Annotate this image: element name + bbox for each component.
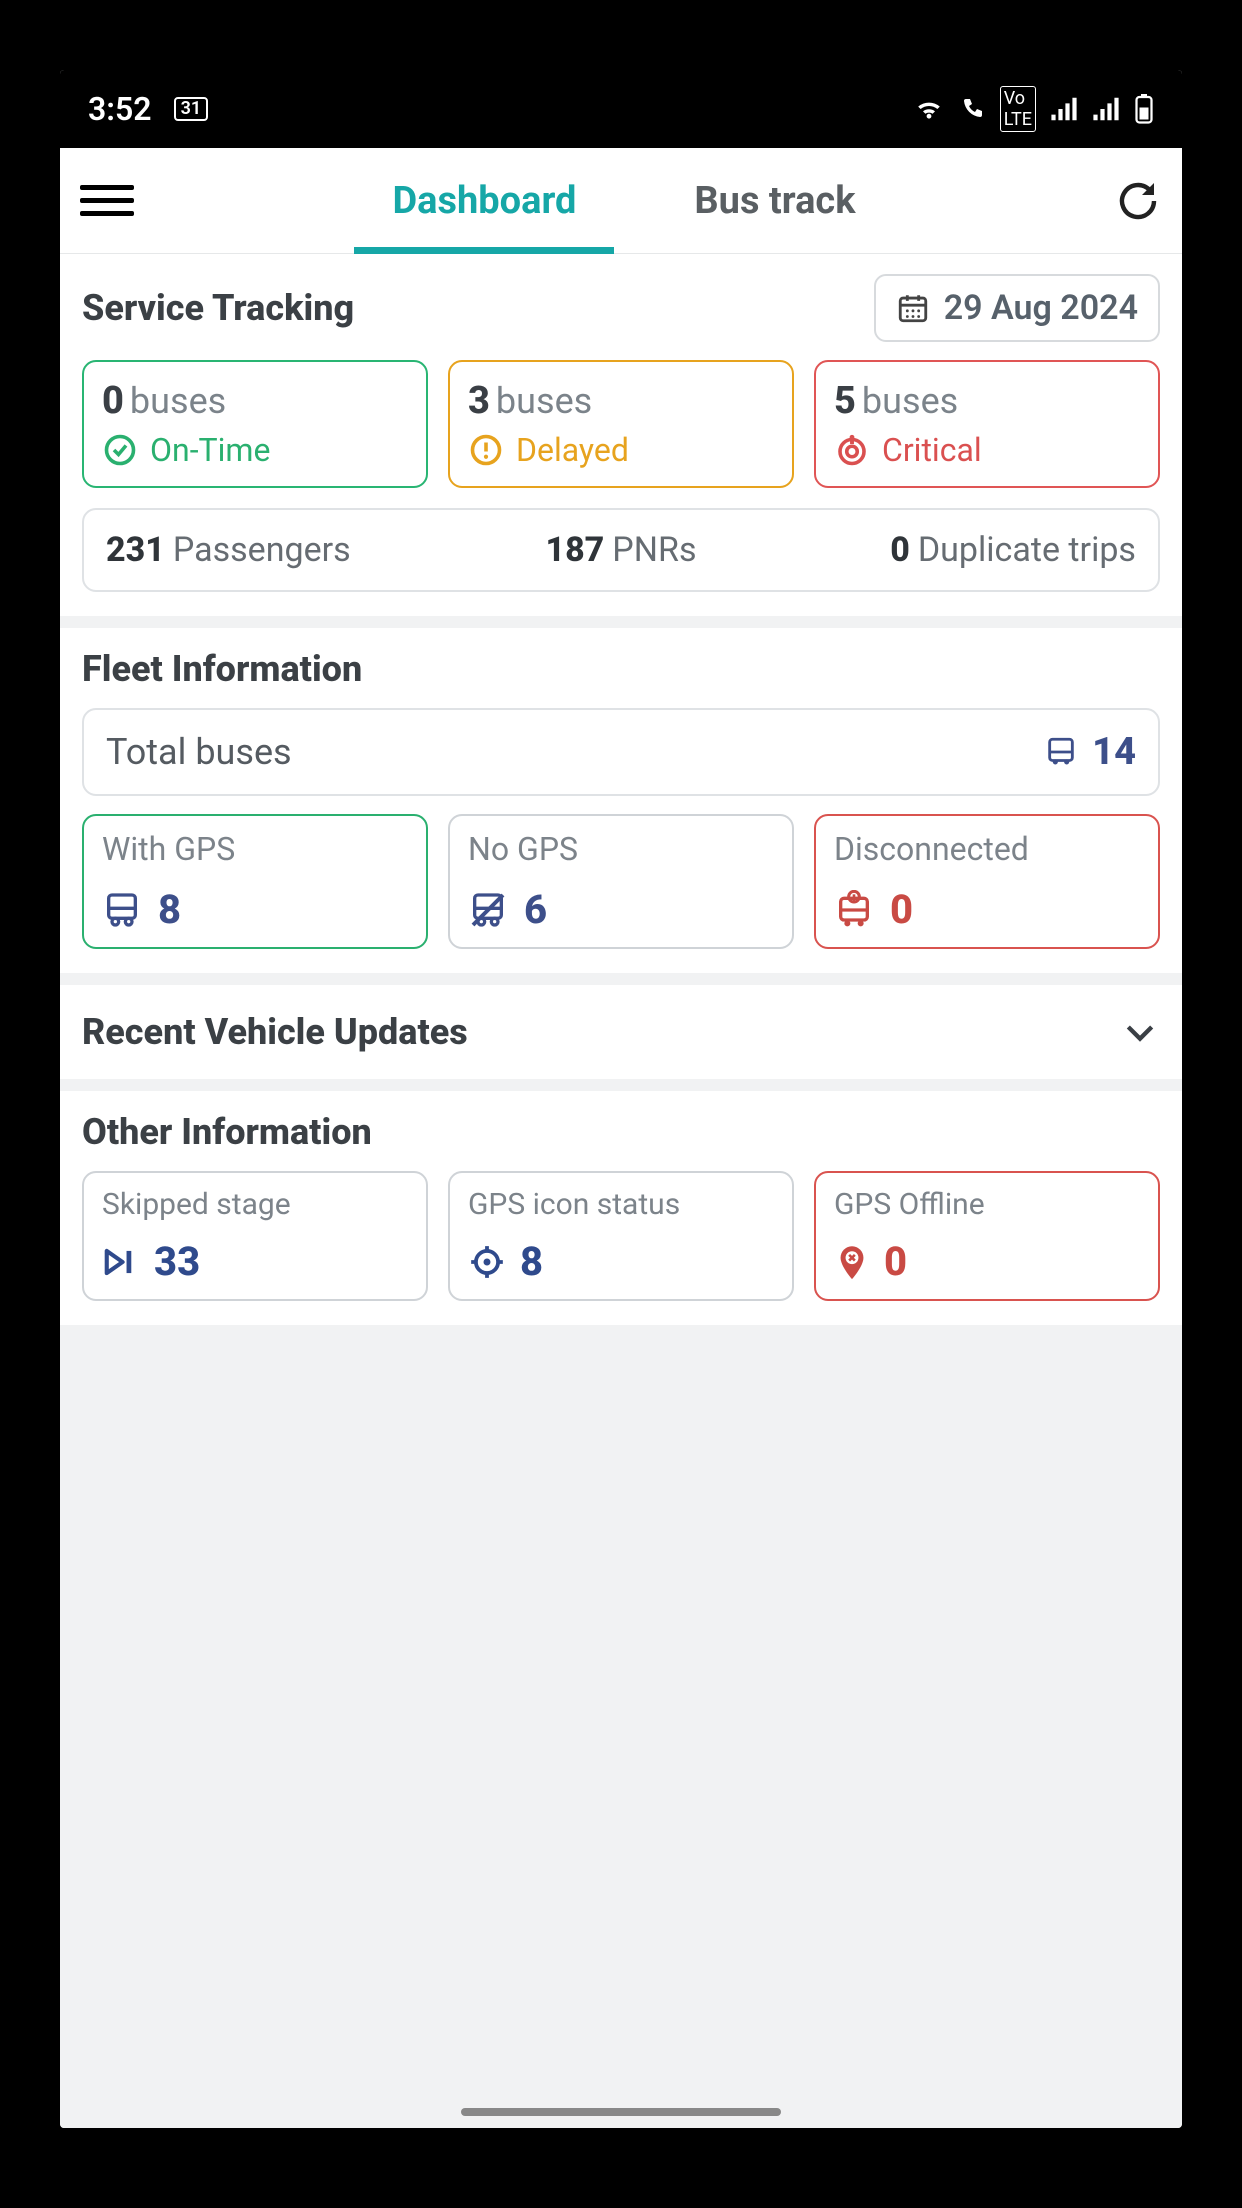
- label: Skipped stage: [102, 1187, 408, 1222]
- card-with-gps[interactable]: With GPS 8: [82, 814, 428, 949]
- tab-label: Dashboard: [392, 179, 576, 223]
- wifi-icon: [914, 97, 944, 121]
- label: With GPS: [102, 830, 408, 868]
- card-critical[interactable]: 5buses Critical: [814, 360, 1160, 488]
- status-time: 3:52: [88, 90, 152, 128]
- stat-passengers: 231Passengers: [106, 530, 443, 570]
- battery-icon: [1134, 94, 1154, 124]
- stat-pnrs: 187PNRs: [453, 530, 790, 570]
- home-indicator[interactable]: [461, 2108, 781, 2116]
- status-label: On-Time: [150, 431, 270, 469]
- date-picker[interactable]: 29 Aug 2024: [874, 274, 1160, 342]
- value: 8: [158, 886, 181, 933]
- alert-circle-icon: [468, 432, 504, 468]
- refresh-icon: [1114, 177, 1162, 225]
- label: No GPS: [468, 830, 774, 868]
- status-label: Delayed: [516, 431, 629, 469]
- total-buses-bar[interactable]: Total buses 14: [82, 708, 1160, 796]
- volte-icon: VoLTE: [1000, 86, 1036, 132]
- bus-icon: [102, 890, 142, 930]
- skip-icon: [102, 1245, 140, 1279]
- bus-alert-icon: [834, 890, 874, 930]
- value: 6: [524, 886, 547, 933]
- card-gps-icon-status[interactable]: GPS icon status 8: [448, 1171, 794, 1301]
- calendar-icon: [896, 291, 930, 325]
- value: 33: [154, 1238, 200, 1285]
- section-other: Other Information Skipped stage 33 GPS i…: [60, 1091, 1182, 1325]
- target-alert-icon: [834, 432, 870, 468]
- menu-button[interactable]: [76, 170, 138, 232]
- section-fleet: Fleet Information Total buses 14 With GP…: [60, 628, 1182, 973]
- tab-dashboard[interactable]: Dashboard: [368, 148, 600, 253]
- label: Disconnected: [834, 830, 1140, 868]
- phone-wifi-icon: [958, 97, 986, 121]
- total-label: Total buses: [106, 731, 292, 773]
- stat-duplicate-trips: 0Duplicate trips: [799, 530, 1136, 570]
- card-no-gps[interactable]: No GPS 6: [448, 814, 794, 949]
- card-gps-offline[interactable]: GPS Offline 0: [814, 1171, 1160, 1301]
- stats-bar: 231Passengers 187PNRs 0Duplicate trips: [82, 508, 1160, 592]
- card-disconnected[interactable]: Disconnected 0: [814, 814, 1160, 949]
- pin-x-icon: [834, 1242, 870, 1282]
- signal-icon-1: [1050, 97, 1078, 121]
- total-value: 14: [1092, 730, 1136, 774]
- signal-icon-2: [1092, 97, 1120, 121]
- content-scroll[interactable]: Service Tracking 29 Aug 2024 0buses On-T…: [60, 254, 1182, 2128]
- card-skipped-stage[interactable]: Skipped stage 33: [82, 1171, 428, 1301]
- bus-slash-icon: [468, 890, 508, 930]
- section-title: Service Tracking: [82, 287, 354, 329]
- tab-label: Bus track: [694, 179, 855, 223]
- unit: buses: [496, 380, 592, 422]
- status-icons: VoLTE: [914, 86, 1154, 132]
- label: GPS icon status: [468, 1187, 774, 1222]
- card-delayed[interactable]: 3buses Delayed: [448, 360, 794, 488]
- tab-bus-track[interactable]: Bus track: [670, 148, 879, 253]
- card-ontime[interactable]: 0buses On-Time: [82, 360, 428, 488]
- count: 5: [834, 379, 856, 423]
- section-title: Other Information: [82, 1111, 1160, 1153]
- bus-icon: [1044, 735, 1078, 769]
- count: 0: [102, 379, 124, 423]
- chevron-down-icon: [1120, 1012, 1160, 1052]
- status-label: Critical: [882, 431, 982, 469]
- unit: buses: [862, 380, 958, 422]
- section-title: Recent Vehicle Updates: [82, 1011, 468, 1053]
- value: 0: [884, 1238, 907, 1285]
- crosshair-icon: [468, 1243, 506, 1281]
- section-title: Fleet Information: [82, 648, 1160, 690]
- value: 8: [520, 1238, 543, 1285]
- label: GPS Offline: [834, 1187, 1140, 1222]
- count: 3: [468, 379, 490, 423]
- refresh-button[interactable]: [1110, 173, 1166, 229]
- status-bar: 3:52 31 VoLTE: [60, 70, 1182, 148]
- value: 0: [890, 886, 913, 933]
- section-service-tracking: Service Tracking 29 Aug 2024 0buses On-T…: [60, 254, 1182, 616]
- calendar-date-icon: 31: [174, 97, 209, 121]
- unit: buses: [130, 380, 226, 422]
- app-header: Dashboard Bus track: [60, 148, 1182, 254]
- date-value: 29 Aug 2024: [944, 288, 1138, 328]
- check-circle-icon: [102, 432, 138, 468]
- section-recent-updates[interactable]: Recent Vehicle Updates: [60, 985, 1182, 1079]
